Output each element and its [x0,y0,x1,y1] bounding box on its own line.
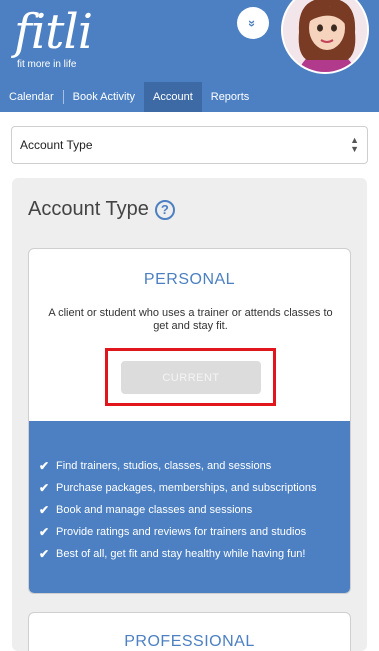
feature-item: ✔ Best of all, get fit and stay healthy … [39,543,350,565]
tab-reports[interactable]: Reports [202,82,259,112]
feature-item: ✔ Find trainers, studios, classes, and s… [39,455,350,477]
plan-name: PROFESSIONAL [124,633,255,650]
section-title: Account Type ? [28,198,175,221]
arrow-down-glyph: ▼ [350,144,359,154]
check-icon: ✔ [39,481,50,495]
plan-name: PERSONAL [143,271,236,288]
fitli-logo[interactable]: fitli fit more in life [14,4,104,74]
avatar-illustration [283,0,367,72]
feature-item: ✔ Provide ratings and reviews for traine… [39,521,350,543]
select-value: Account Type [20,138,93,152]
tab-account[interactable]: Account [144,82,202,112]
feature-item: ✔ Purchase packages, memberships, and su… [39,477,350,499]
highlight-box [105,348,276,406]
check-icon: ✔ [39,503,50,517]
feature-text: Purchase packages, memberships, and subs… [56,482,317,494]
section-title-text: Account Type [28,198,149,220]
help-icon[interactable]: ? [154,199,175,220]
tab-label: Calendar [9,91,54,103]
feature-text: Book and manage classes and sessions [56,504,253,516]
plan-card-professional[interactable]: PROFESSIONAL [28,612,351,651]
tab-book-activity[interactable]: Book Activity [64,82,144,112]
select-arrows-icon: ▲ ▼ [350,136,359,154]
main-nav-tabs: Calendar Book Activity Account Reports [0,82,379,112]
plan-description: A client or student who uses a trainer o… [48,307,333,332]
tab-label: Reports [210,91,250,103]
tab-label: Book Activity [72,91,135,103]
plan-card-personal: PERSONAL A client or student who uses a … [28,248,351,594]
feature-text: Find trainers, studios, classes, and ses… [56,460,272,472]
logo-wordmark: fitli [14,4,93,60]
check-icon: ✔ [39,525,50,539]
feature-text: Provide ratings and reviews for trainers… [56,526,307,538]
app-header: fitli fit more in life » Calendar Book A… [0,0,379,112]
plan-features-list: ✔ Find trainers, studios, classes, and s… [29,421,350,593]
chevron-double-down-icon: » [245,19,261,27]
account-type-panel: Account Type ? PERSONAL A client or stud… [12,178,367,651]
user-avatar[interactable] [281,0,369,74]
collapse-header-button[interactable]: » [237,7,269,39]
tab-calendar[interactable]: Calendar [0,82,63,112]
tab-label: Account [153,91,193,103]
feature-item: ✔ Book and manage classes and sessions [39,499,350,521]
check-icon: ✔ [39,459,50,473]
feature-text: Best of all, get fit and stay healthy wh… [56,548,306,560]
account-section-select[interactable]: Account Type ▲ ▼ [11,126,368,164]
check-icon: ✔ [39,547,50,561]
logo-tagline: fit more in life [17,59,77,70]
